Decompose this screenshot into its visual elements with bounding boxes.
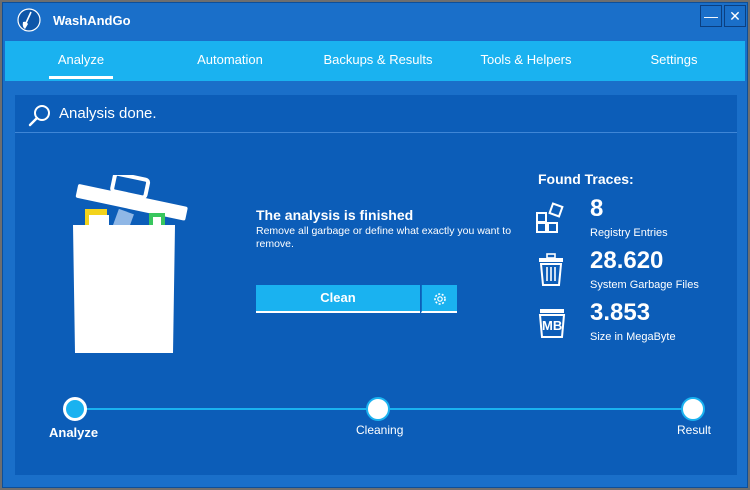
main-tabs: Analyze Automation Backups & Results Too… — [5, 41, 745, 81]
tab-automation[interactable]: Automation — [185, 41, 275, 81]
analysis-description: Remove all garbage or define what exactl… — [256, 225, 512, 250]
status-row: Analysis done. — [15, 95, 737, 133]
trash-bin-illustration — [73, 175, 188, 353]
registry-icon — [536, 202, 564, 233]
megabyte-icon: MB — [535, 305, 569, 339]
size-megabyte-count: 3.853 — [590, 299, 651, 326]
step-analyze-label: Analyze — [49, 425, 99, 440]
tab-backups-results[interactable]: Backups & Results — [313, 41, 443, 81]
tab-settings[interactable]: Settings — [637, 41, 711, 81]
app-window: WashAndGo — ✕ Analyze Automation Backups… — [2, 2, 748, 488]
minimize-button[interactable]: — — [700, 5, 722, 27]
clean-button[interactable]: Clean — [256, 285, 420, 313]
gear-icon — [434, 293, 446, 305]
garbage-files-label: System Garbage Files — [590, 279, 699, 291]
search-icon — [28, 105, 50, 127]
step-analyze-dot — [63, 397, 87, 421]
status-text: Analysis done. — [59, 105, 157, 122]
registry-entries-count: 8 — [590, 195, 604, 222]
registry-entries-label: Registry Entries — [590, 227, 668, 239]
analysis-headline: The analysis is finished — [256, 207, 414, 223]
title-bar[interactable]: WashAndGo — ✕ — [3, 3, 747, 39]
step-result-dot — [681, 397, 705, 421]
trash-icon — [539, 253, 563, 286]
garbage-files-count: 28.620 — [590, 247, 664, 274]
step-cleaning-dot — [366, 397, 390, 421]
analysis-panel: Analysis done. The analysis is finished … — [15, 95, 737, 475]
clean-settings-button[interactable] — [421, 285, 457, 313]
size-megabyte-label: Size in MegaByte — [590, 331, 676, 343]
tab-analyze[interactable]: Analyze — [49, 41, 113, 81]
found-traces-title: Found Traces: — [538, 171, 634, 187]
close-button[interactable]: ✕ — [724, 5, 746, 27]
tab-tools-helpers[interactable]: Tools & Helpers — [471, 41, 581, 81]
step-cleaning-label: Cleaning — [356, 423, 404, 437]
app-title: WashAndGo — [53, 13, 131, 28]
step-result-label: Result — [677, 423, 712, 437]
app-logo-icon — [17, 8, 41, 32]
